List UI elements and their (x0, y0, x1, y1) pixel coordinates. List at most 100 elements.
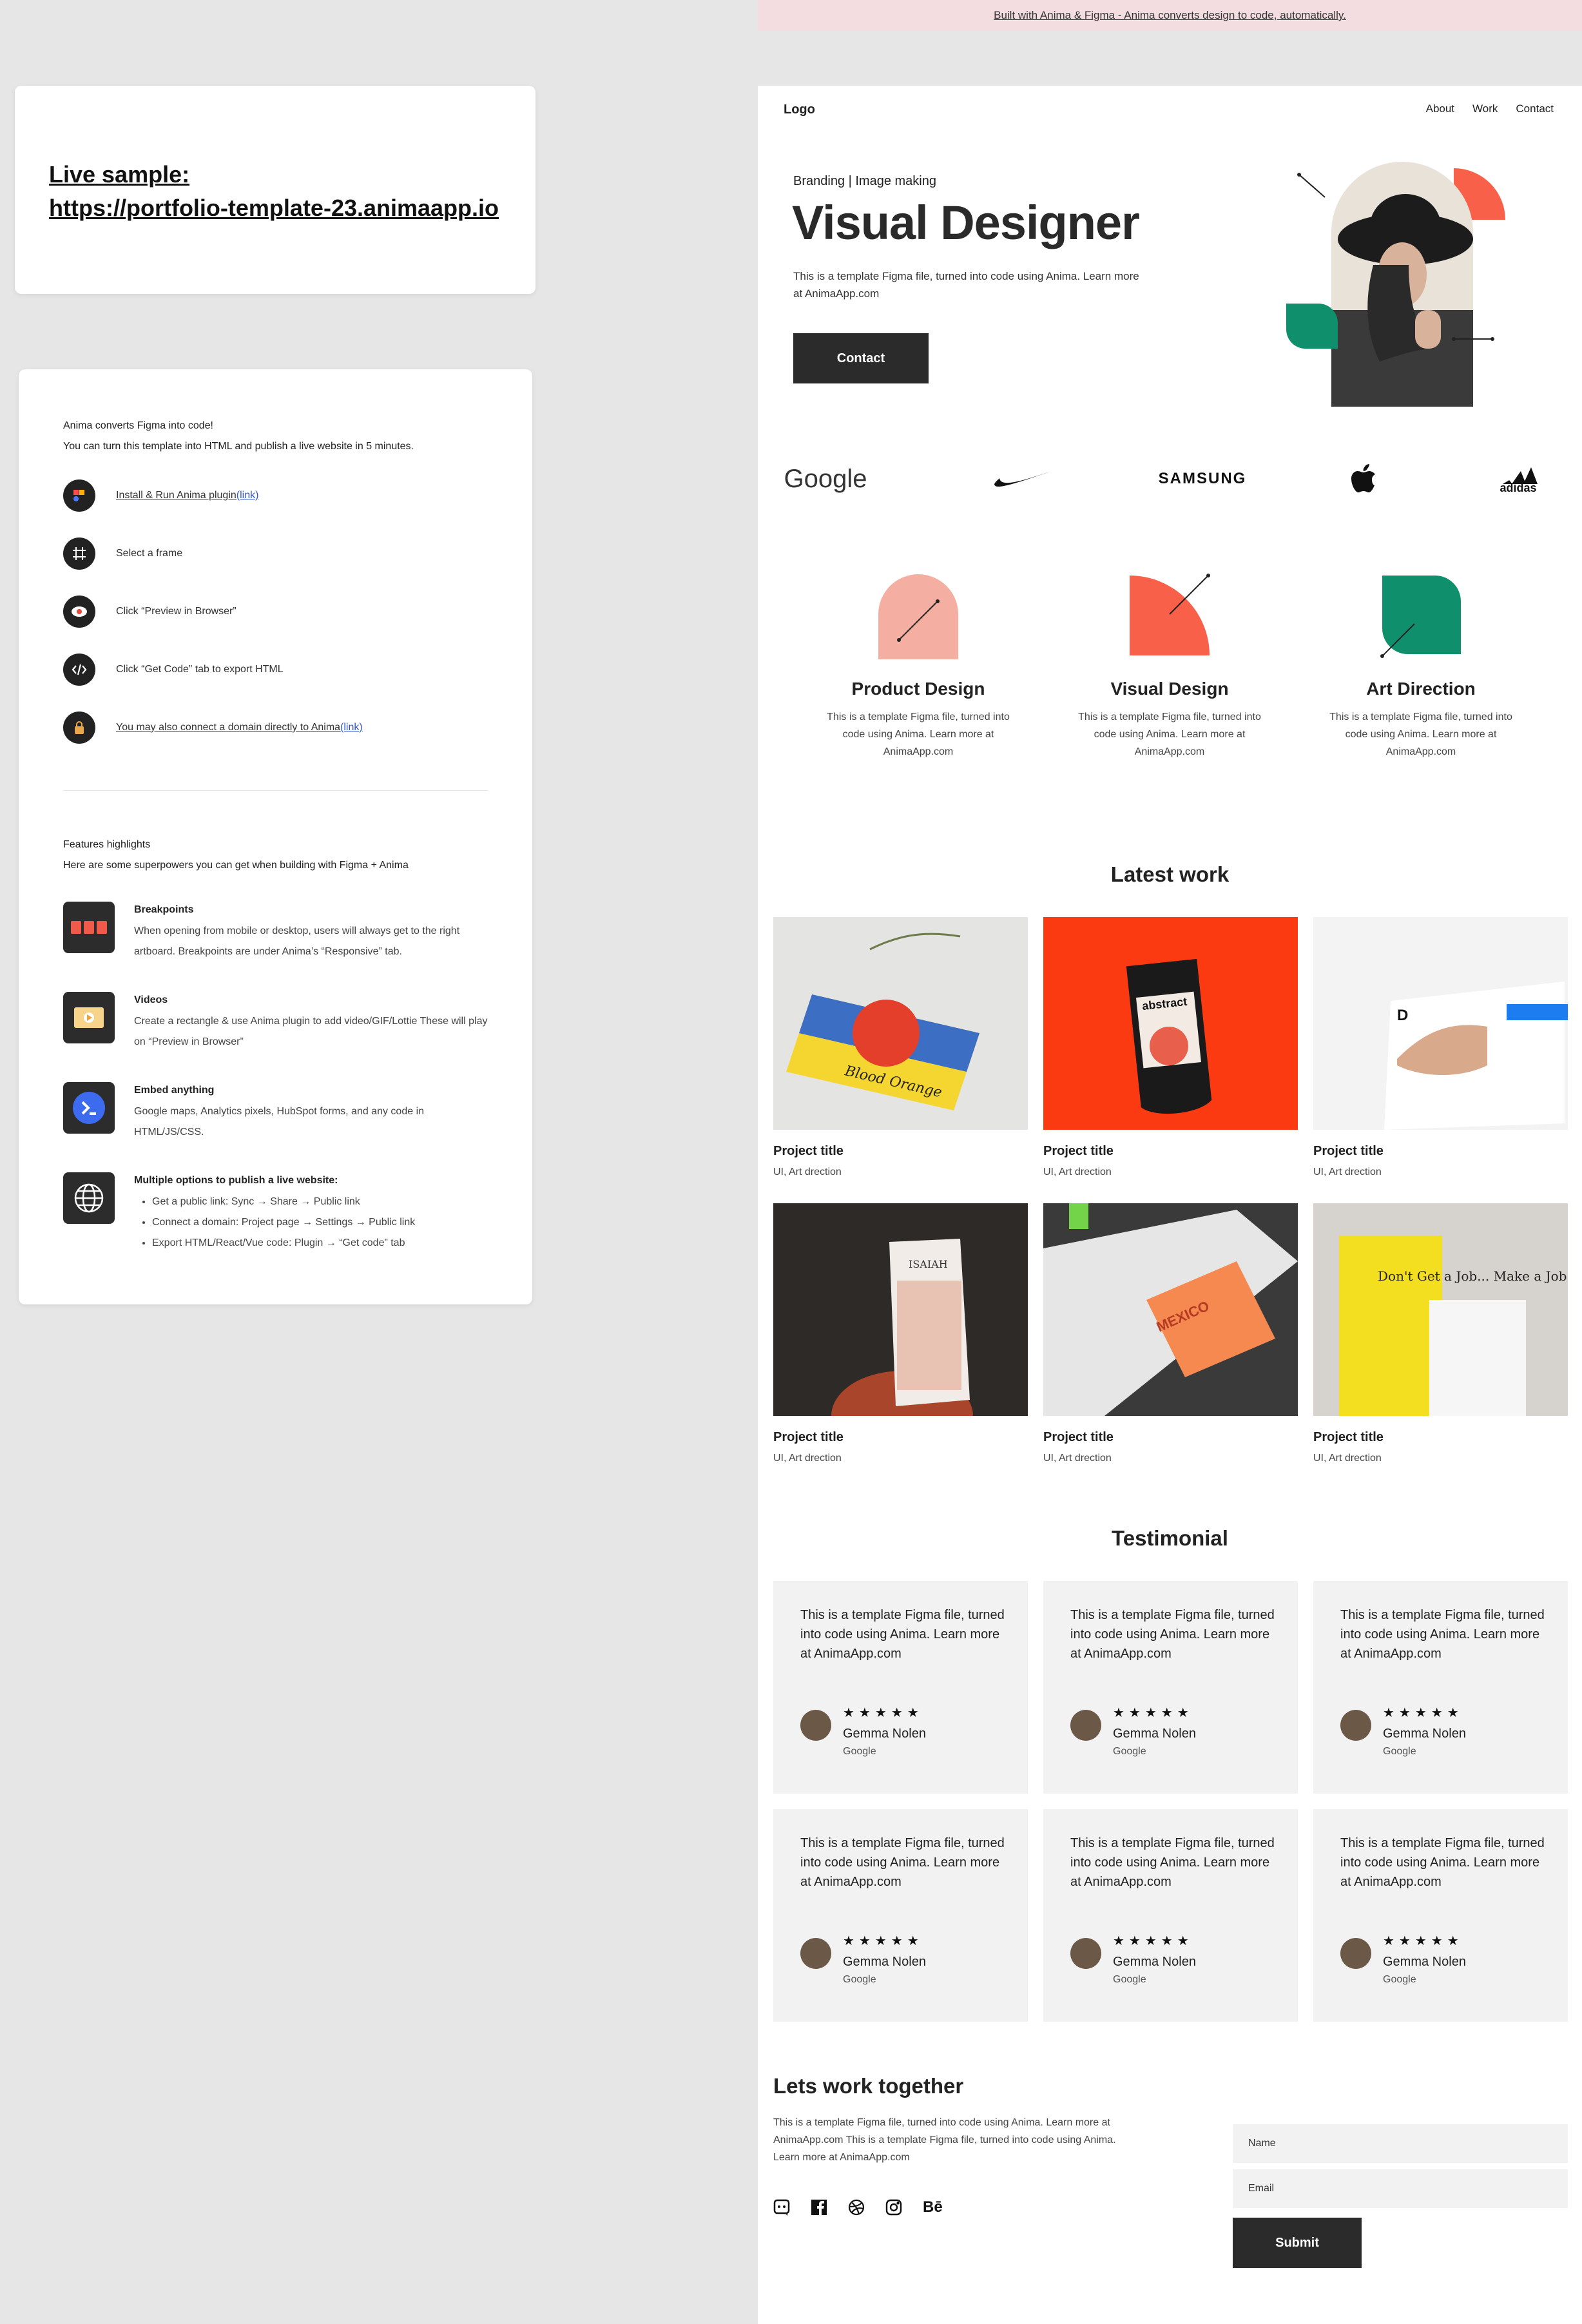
anima-banner[interactable]: Built with Anima & Figma - Anima convert… (758, 0, 1582, 31)
site-nav: About Work Contact (1426, 102, 1554, 115)
step-connect-domain[interactable]: You may also connect a domain directly t… (63, 712, 363, 744)
behance-icon[interactable]: Bē (923, 2198, 943, 2216)
plugin-link[interactable]: (link) (236, 490, 259, 501)
service-title: Product Design (851, 679, 985, 699)
avatar (1070, 1938, 1101, 1969)
step-label: You may also connect a domain directly t… (116, 722, 341, 733)
portfolio-site: Logo About Work Contact Branding | Image… (758, 86, 1582, 2324)
project-card[interactable]: Don't Get a Job... Make a Job Project ti… (1313, 1203, 1568, 1464)
adidas-logo: adidas (1486, 447, 1550, 511)
feature-desc: Create a rectangle & use Anima plugin to… (134, 1016, 488, 1047)
testimonial-company: Google (843, 1746, 876, 1757)
product-design-shape (873, 569, 963, 659)
step-label: Click “Get Code” tab to export HTML (116, 664, 284, 675)
svg-text:D: D (1397, 1007, 1408, 1024)
testimonial-name: Gemma Nolen (1383, 1955, 1466, 1969)
anima-logo-icon (63, 479, 95, 512)
step-preview: Click “Preview in Browser” (63, 596, 236, 628)
star-rating: ★★★★★ (1383, 1934, 1463, 1948)
testimonial-company: Google (1383, 1746, 1416, 1757)
testimonial-name: Gemma Nolen (1113, 1955, 1196, 1969)
guide-intro-line1: Anima converts Figma into code! (63, 420, 213, 431)
project-card[interactable]: MEXICO Project title UI, Art drection (1043, 1203, 1298, 1464)
avatar (1070, 1710, 1101, 1741)
eye-icon (63, 596, 95, 628)
step-label: Select a frame (116, 548, 183, 559)
testimonial-card: This is a template Figma file, turned in… (773, 1809, 1028, 2022)
testimonial-quote: This is a template Figma file, turned in… (1340, 1836, 1545, 1889)
name-field[interactable] (1233, 2124, 1568, 2163)
publish-option: Export HTML/React/Vue code: Plugin → “Ge… (152, 1233, 415, 1254)
feature-title: Multiple options to publish a live websi… (134, 1175, 338, 1186)
service-desc: This is a template Figma file, turned in… (1329, 712, 1512, 757)
samsung-logo: SAMSUNG (1158, 470, 1247, 487)
project-title: Project title (1043, 1144, 1114, 1158)
service-art-direction: Art Direction This is a template Figma f… (1311, 569, 1530, 760)
project-image: Blood Orange (773, 917, 1028, 1130)
testimonial-quote: This is a template Figma file, turned in… (800, 1836, 1005, 1889)
avatar (800, 1938, 831, 1969)
anima-guide-card: Anima converts Figma into code! You can … (19, 369, 532, 1304)
latest-work-title: Latest work (1110, 862, 1230, 886)
svg-text:ISAIAH: ISAIAH (909, 1258, 948, 1270)
project-image: Don't Get a Job... Make a Job (1313, 1203, 1568, 1416)
features-title: Features highlights (63, 839, 151, 850)
feature-embed: Embed anything Google maps, Analytics pi… (63, 1082, 495, 1143)
testimonial-company: Google (843, 1974, 876, 1985)
dribbble-icon[interactable] (848, 2199, 865, 2216)
live-sample-link[interactable]: Live sample: https://portfolio-template-… (49, 158, 499, 225)
star-rating: ★★★★★ (843, 1934, 923, 1948)
step-label: Click “Preview in Browser” (116, 606, 236, 617)
visual-design-shape (1124, 569, 1215, 659)
feature-videos: Videos Create a rectangle & use Anima pl… (63, 992, 495, 1052)
star-rating: ★★★★★ (1383, 1706, 1463, 1720)
testimonial-quote: This is a template Figma file, turned in… (1070, 1608, 1275, 1661)
domain-link[interactable]: (link) (340, 722, 363, 733)
feature-title: Embed anything (134, 1085, 215, 1096)
globe-icon (63, 1172, 115, 1224)
nav-about[interactable]: About (1426, 102, 1454, 115)
submit-button[interactable]: Submit (1233, 2218, 1362, 2268)
code-icon (63, 654, 95, 686)
project-subtitle: UI, Art drection (773, 1453, 842, 1464)
site-logo[interactable]: Logo (784, 102, 815, 117)
discord-icon[interactable] (773, 2199, 790, 2216)
testimonial-name: Gemma Nolen (843, 1955, 926, 1969)
testimonial-quote: This is a template Figma file, turned in… (1340, 1608, 1545, 1661)
nav-contact[interactable]: Contact (1516, 102, 1554, 115)
project-title: Project title (1313, 1430, 1384, 1444)
email-field[interactable] (1233, 2169, 1568, 2208)
project-subtitle: UI, Art drection (1043, 1453, 1112, 1464)
live-sample-url[interactable]: https://portfolio-template-23.animaapp.i… (49, 191, 499, 225)
contact-title: Lets work together (773, 2074, 964, 2098)
instagram-icon[interactable] (885, 2199, 902, 2216)
service-title: Visual Design (1110, 679, 1229, 699)
project-image: MEXICO (1043, 1203, 1298, 1416)
step-label: Install & Run Anima plugin (116, 490, 236, 501)
facebook-icon[interactable] (811, 2199, 827, 2216)
step-install-plugin[interactable]: Install & Run Anima plugin (link) (63, 479, 258, 512)
lock-icon (63, 712, 95, 744)
step-select-frame: Select a frame (63, 537, 182, 570)
testimonial-card: This is a template Figma file, turned in… (773, 1581, 1028, 1794)
avatar (800, 1710, 831, 1741)
feature-publish: Multiple options to publish a live websi… (63, 1172, 415, 1254)
nav-work[interactable]: Work (1472, 102, 1498, 115)
project-card[interactable]: Blood Orange Project title UI, Art drect… (773, 917, 1028, 1178)
apple-logo-icon (1344, 447, 1383, 511)
project-subtitle: UI, Art drection (1313, 1167, 1382, 1177)
service-product-design: Product Design This is a template Figma … (809, 569, 1028, 760)
brand-logos: Google SAMSUNG adidas (758, 447, 1582, 511)
project-card[interactable]: ISAIAH Project title UI, Art drection (773, 1203, 1028, 1464)
contact-button[interactable]: Contact (793, 333, 929, 383)
star-rating: ★★★★★ (1113, 1706, 1193, 1720)
project-card[interactable]: D Project title UI, Art drection (1313, 917, 1568, 1178)
testimonial-name: Gemma Nolen (1383, 1727, 1466, 1741)
feature-desc: Google maps, Analytics pixels, HubSpot f… (134, 1106, 425, 1138)
project-subtitle: UI, Art drection (1313, 1453, 1382, 1464)
project-image: abstract (1043, 917, 1298, 1130)
art-direction-shape (1376, 569, 1466, 659)
project-card[interactable]: abstract Project title UI, Art drection (1043, 917, 1298, 1178)
guide-intro-line2: You can turn this template into HTML and… (63, 441, 414, 452)
hero-title: Visual Designer (792, 196, 1140, 249)
